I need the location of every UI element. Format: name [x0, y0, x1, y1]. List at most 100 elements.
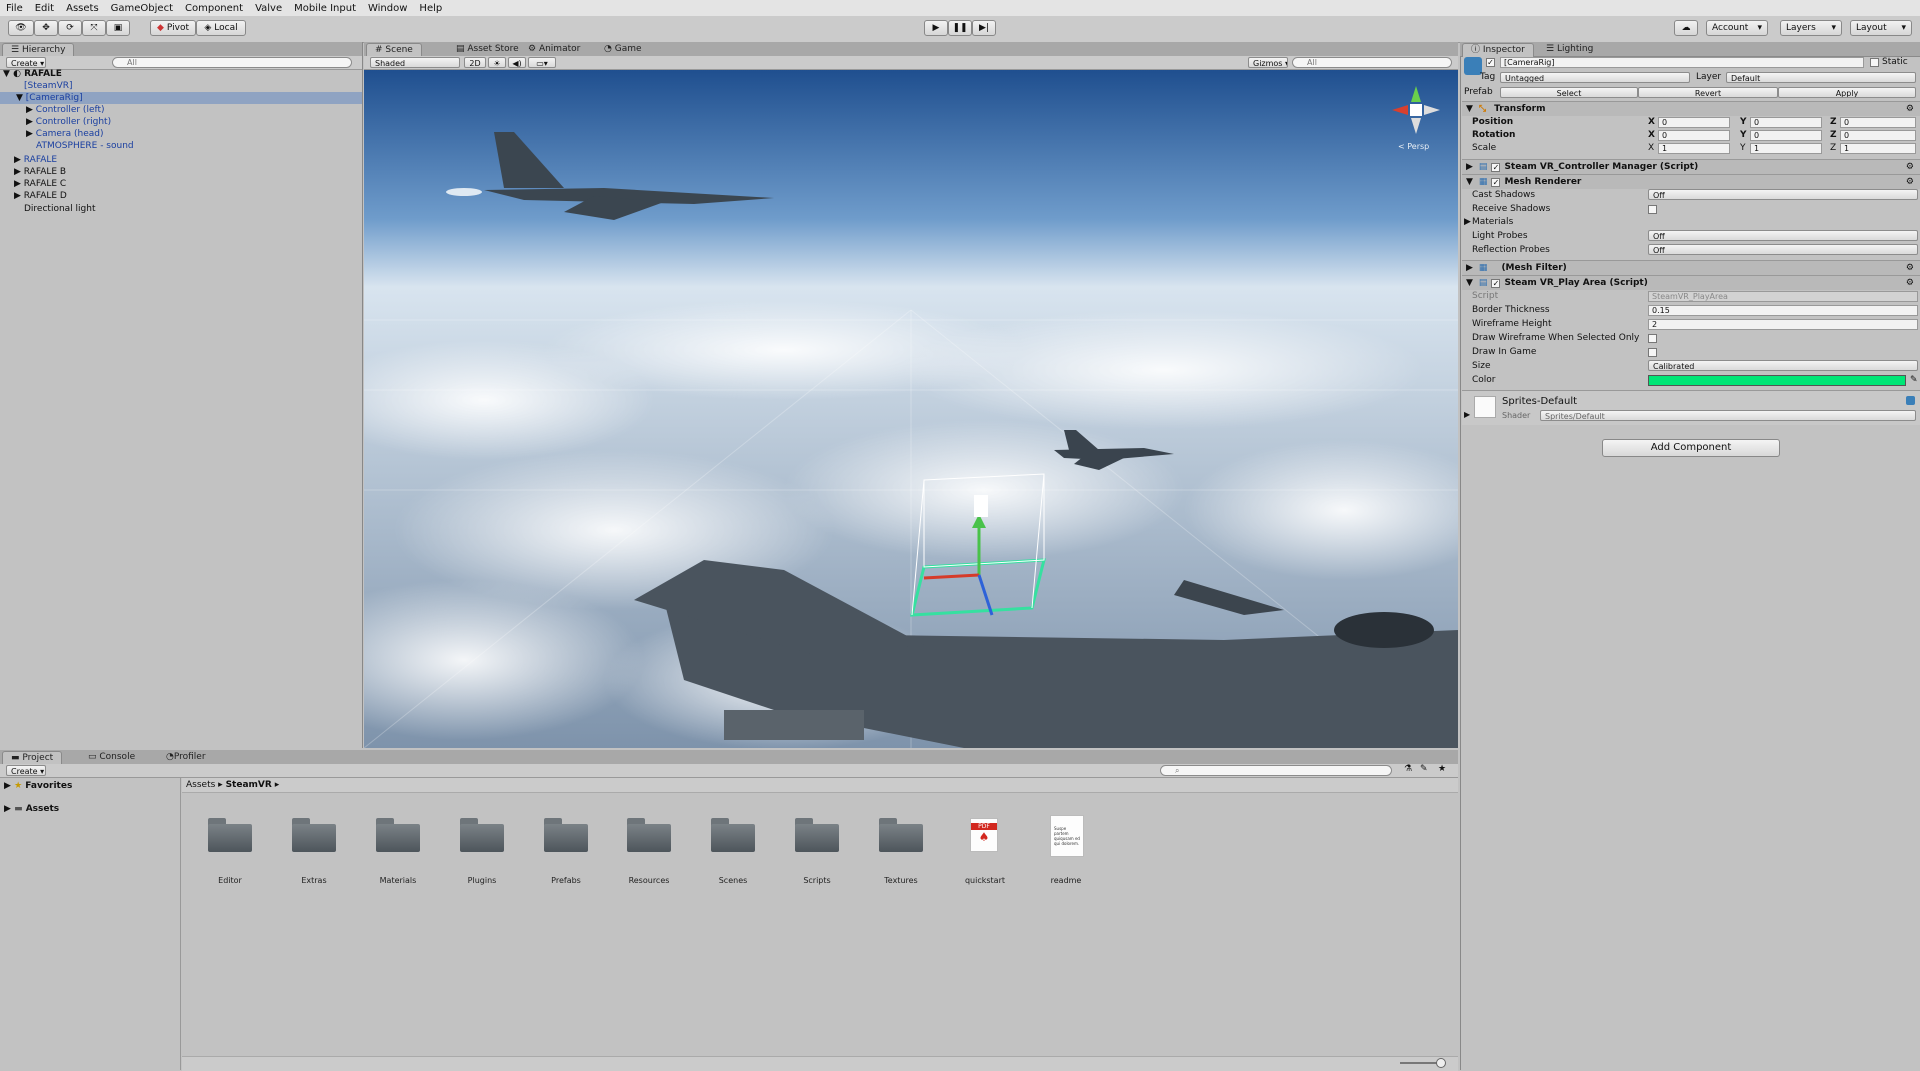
tab-profiler[interactable]: ◔Profiler — [158, 751, 214, 764]
menu-window[interactable]: Window — [362, 3, 413, 14]
prefab-select-button[interactable]: Select — [1500, 87, 1638, 98]
tab-console[interactable]: ▭ Console — [80, 751, 143, 764]
text-file-icon[interactable]: Suspe partem quiqusam ed qui dolorem. — [1050, 815, 1084, 857]
hierarchy-item-rafale-c[interactable]: ▶ RAFALE C — [14, 178, 66, 190]
draw-in-game-checkbox[interactable] — [1648, 348, 1657, 357]
position-x-field[interactable]: 0 — [1658, 117, 1730, 128]
menu-assets[interactable]: Assets — [60, 3, 105, 14]
add-component-button[interactable]: Add Component — [1602, 439, 1780, 457]
scale-z-field[interactable]: 1 — [1840, 143, 1916, 154]
hierarchy-search-input[interactable]: All — [112, 57, 352, 68]
static-checkbox[interactable] — [1870, 58, 1879, 67]
tab-lighting[interactable]: ☰ Lighting — [1538, 43, 1601, 56]
menu-file[interactable]: File — [0, 3, 29, 14]
materials-row[interactable]: ▶ Materials — [1464, 216, 1920, 229]
favorite-star-icon[interactable]: ★ — [1438, 764, 1446, 774]
project-create-dropdown[interactable]: Create ▾ — [6, 765, 46, 776]
position-y-field[interactable]: 0 — [1750, 117, 1822, 128]
view-tool-button[interactable]: 👁 — [8, 20, 34, 36]
tab-game[interactable]: ◔ Game — [596, 43, 650, 56]
shader-dropdown[interactable]: Sprites/Default — [1540, 410, 1916, 421]
play-button[interactable]: ▶ — [924, 20, 948, 36]
receive-shadows-checkbox[interactable] — [1648, 205, 1657, 214]
folder-icon[interactable] — [292, 818, 336, 852]
persp-label[interactable]: < Persp — [1398, 142, 1429, 151]
rotation-x-field[interactable]: 0 — [1658, 130, 1730, 141]
menu-mobile-input[interactable]: Mobile Input — [288, 3, 362, 14]
folder-icon[interactable] — [627, 818, 671, 852]
triangle-right-icon[interactable]: ▶ — [1464, 410, 1470, 419]
mesh-renderer-header[interactable]: ▼ ▦ ✓ Mesh Renderer ⚙ — [1462, 174, 1920, 189]
breadcrumb-steamvr[interactable]: SteamVR — [226, 780, 272, 790]
gear-icon[interactable]: ⚙ — [1906, 175, 1914, 189]
favorites-item[interactable]: ▶ ★ Favorites — [4, 780, 72, 792]
position-z-field[interactable]: 0 — [1840, 117, 1916, 128]
menu-gameobject[interactable]: GameObject — [105, 3, 179, 14]
rotation-y-field[interactable]: 0 — [1750, 130, 1822, 141]
gear-icon[interactable]: ⚙ — [1906, 261, 1914, 275]
transform-header[interactable]: ▼ ⤡ Transform ⚙ — [1462, 101, 1920, 116]
folder-icon[interactable] — [544, 818, 588, 852]
hierarchy-item-camera-head[interactable]: ▶ Camera (head) — [26, 128, 103, 140]
gear-icon[interactable]: ⚙ — [1906, 160, 1914, 174]
play-area-checkbox[interactable]: ✓ — [1491, 279, 1501, 288]
tab-animator[interactable]: ⚙ Animator — [520, 43, 588, 56]
rect-tool-button[interactable]: ▣ — [106, 20, 130, 36]
folder-icon[interactable] — [879, 818, 923, 852]
zoom-slider-track[interactable] — [1400, 1062, 1440, 1064]
size-dropdown[interactable]: Calibrated — [1648, 360, 1918, 371]
scene-viewport[interactable]: < Persp — [364, 70, 1458, 748]
eyedropper-icon[interactable]: ✎ — [1910, 374, 1918, 387]
breadcrumb-assets[interactable]: Assets — [186, 780, 215, 790]
rotation-z-field[interactable]: 0 — [1840, 130, 1916, 141]
move-tool-button[interactable]: ✥ — [34, 20, 58, 36]
folder-icon[interactable] — [208, 818, 252, 852]
hierarchy-item-camerarig[interactable]: ▼ [CameraRig] — [0, 92, 362, 104]
hierarchy-item-atmosphere[interactable]: ATMOSPHERE - sound — [36, 140, 134, 152]
tab-project[interactable]: ▬ Project — [2, 751, 63, 765]
material-preview[interactable] — [1474, 396, 1496, 418]
layers-dropdown[interactable]: Layers ▾ — [1780, 20, 1842, 36]
tab-asset-store[interactable]: ▤ Asset Store — [448, 43, 527, 56]
tab-inspector[interactable]: ⓘ Inspector — [1462, 43, 1534, 57]
effects-dropdown[interactable]: ▭▾ — [528, 57, 556, 68]
folder-icon[interactable] — [376, 818, 420, 852]
mesh-filter-header[interactable]: ▶ ▦ (Mesh Filter) ⚙ — [1462, 260, 1920, 275]
menu-component[interactable]: Component — [179, 3, 249, 14]
zoom-slider-thumb[interactable] — [1436, 1058, 1446, 1068]
menu-valve[interactable]: Valve — [249, 3, 288, 14]
layer-dropdown[interactable]: Default — [1726, 72, 1916, 83]
step-button[interactable]: ▶| — [972, 20, 996, 36]
pause-button[interactable]: ❚❚ — [948, 20, 972, 36]
menu-help[interactable]: Help — [413, 3, 448, 14]
hierarchy-create-dropdown[interactable]: Create ▾ — [6, 57, 46, 68]
assets-item[interactable]: ▶ ▬ Assets — [4, 803, 59, 815]
rotate-tool-button[interactable]: ⟳ — [58, 20, 82, 36]
lighting-toggle[interactable]: ☀ — [488, 57, 506, 68]
active-checkbox[interactable]: ✓ — [1486, 58, 1495, 67]
layout-dropdown[interactable]: Layout ▾ — [1850, 20, 1912, 36]
menu-edit[interactable]: Edit — [29, 3, 60, 14]
reflection-probes-dropdown[interactable]: Off — [1648, 244, 1918, 255]
hierarchy-item-controller-left[interactable]: ▶ Controller (left) — [26, 104, 105, 116]
color-swatch[interactable] — [1648, 375, 1906, 386]
controller-manager-header[interactable]: ▶ ▤ ✓ Steam VR_Controller Manager (Script) ⚙ — [1462, 159, 1920, 174]
shading-dropdown[interactable]: Shaded — [370, 57, 460, 68]
gizmos-dropdown[interactable]: Gizmos ▾ — [1248, 57, 1288, 68]
object-name-field[interactable]: [CameraRig] — [1500, 57, 1864, 68]
hierarchy-item-rafale[interactable]: ▶ RAFALE — [14, 154, 57, 166]
cloud-button[interactable]: ☁ — [1674, 20, 1698, 36]
pdf-icon[interactable]: PDF ♠ — [970, 818, 998, 852]
prefab-apply-button[interactable]: Apply — [1778, 87, 1916, 98]
2d-toggle[interactable]: 2D — [464, 57, 486, 68]
filter-label-icon[interactable]: ✎ — [1420, 764, 1428, 774]
controller-manager-checkbox[interactable]: ✓ — [1491, 163, 1501, 172]
hierarchy-item-rafale-d[interactable]: ▶ RAFALE D — [14, 190, 67, 202]
hierarchy-item-steamvr[interactable]: [SteamVR] — [24, 80, 73, 92]
cast-shadows-dropdown[interactable]: Off — [1648, 189, 1918, 200]
local-button[interactable]: ◈ Local — [196, 20, 246, 36]
mesh-renderer-checkbox[interactable]: ✓ — [1491, 178, 1501, 187]
folder-icon[interactable] — [795, 818, 839, 852]
gear-icon[interactable]: ⚙ — [1906, 102, 1914, 116]
folder-icon[interactable] — [460, 818, 504, 852]
